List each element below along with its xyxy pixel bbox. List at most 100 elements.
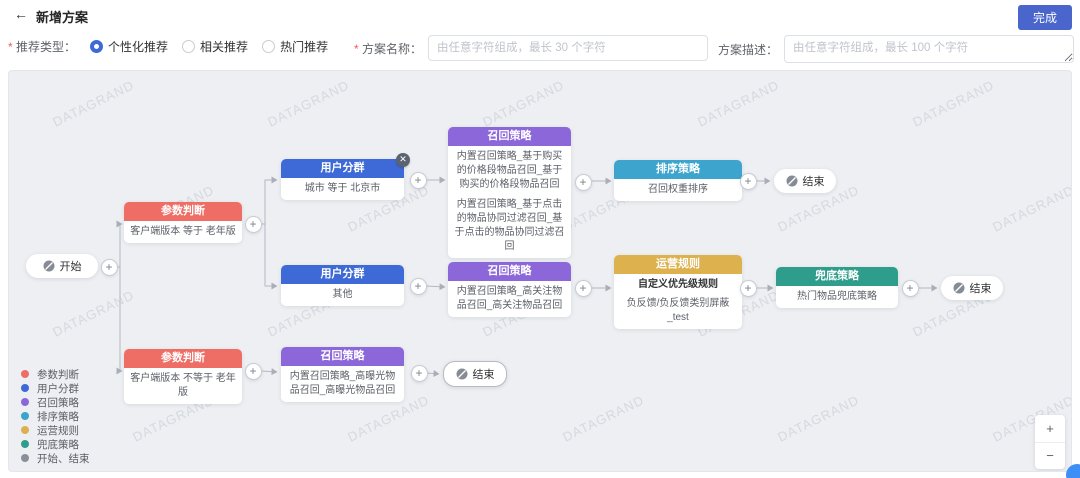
- page-title: 新增方案: [36, 7, 88, 26]
- node-title: 用户分群: [281, 265, 404, 284]
- legend-item: 召回策略: [21, 395, 90, 409]
- legend-dot: [21, 398, 29, 406]
- page-header: ← 新增方案 完成: [0, 0, 1080, 28]
- node-title: 参数判断: [124, 202, 242, 221]
- legend-item: 运营规则: [21, 423, 90, 437]
- node-user-segment-2[interactable]: 用户分群 其他: [281, 265, 404, 306]
- back-arrow-icon[interactable]: ←: [14, 6, 28, 22]
- legend-item: 用户分群: [21, 381, 90, 395]
- node-body: 其他: [281, 284, 404, 306]
- add-node-button[interactable]: +: [740, 280, 757, 297]
- add-node-button[interactable]: +: [410, 172, 427, 189]
- end-node-2[interactable]: 结束: [941, 276, 1003, 300]
- add-node-button[interactable]: +: [245, 363, 262, 380]
- legend-dot: [21, 412, 29, 420]
- zoom-out-button[interactable]: −: [1035, 443, 1065, 470]
- end-node-label: 结束: [473, 366, 495, 382]
- zoom-in-button[interactable]: +: [1035, 415, 1065, 443]
- add-node-button[interactable]: +: [575, 280, 592, 297]
- radio-unselected-icon[interactable]: [262, 40, 275, 53]
- node-recall-strategy-1[interactable]: 召回策略 内置召回策略_基于购买的价格段物品召回_基于购买的价格段物品召回 内置…: [448, 127, 571, 258]
- radio-selected-icon[interactable]: [90, 40, 103, 53]
- add-node-button[interactable]: +: [245, 216, 262, 233]
- node-user-segment-1[interactable]: ✕ 用户分群 城市 等于 北京市: [281, 159, 404, 200]
- node-body-line: 内置召回策略_基于点击的物品协同过滤召回_基于点击的物品协同过滤召回: [453, 198, 566, 254]
- node-param-judge-1[interactable]: 参数判断 客户端版本 等于 老年版: [124, 202, 242, 243]
- remove-node-button[interactable]: ✕: [396, 153, 410, 167]
- legend-dot: [21, 426, 29, 434]
- node-title: 运营规则: [614, 255, 742, 274]
- legend-item: 参数判断: [21, 367, 90, 381]
- node-title: 召回策略: [281, 347, 404, 366]
- new-plan-page: ← 新增方案 完成 推荐类型： 个性化推荐 相关推荐 热门推荐 方案名称： 方: [0, 0, 1080, 478]
- node-body: 召回权重排序: [614, 179, 742, 201]
- edge: [261, 224, 277, 286]
- add-node-button[interactable]: +: [101, 259, 118, 276]
- add-node-button[interactable]: +: [575, 174, 592, 191]
- radio-hot[interactable]: 热门推荐: [262, 38, 328, 55]
- legend-dot: [21, 384, 29, 392]
- node-title: 召回策略: [448, 127, 571, 146]
- edge: [117, 267, 122, 371]
- plan-desc-field: 方案描述：: [718, 35, 1074, 63]
- add-node-button[interactable]: +: [410, 278, 427, 295]
- node-title: 参数判断: [124, 349, 242, 368]
- legend-item: 排序策略: [21, 409, 90, 423]
- node-title: 用户分群: [281, 159, 404, 178]
- edge: [426, 286, 445, 287]
- add-node-button[interactable]: +: [411, 365, 428, 382]
- node-param-judge-2[interactable]: 参数判断 客户端版本 不等于 老年版: [124, 349, 242, 404]
- plan-name-label: 方案名称：: [354, 40, 422, 57]
- edge: [261, 371, 277, 372]
- end-icon: [456, 368, 468, 380]
- node-fallback-strategy[interactable]: 兜底策略 热门物品兜底策略: [776, 267, 898, 308]
- node-title: 排序策略: [614, 160, 742, 179]
- plan-desc-input[interactable]: [784, 35, 1074, 63]
- end-node-label: 结束: [970, 280, 992, 296]
- radio-related[interactable]: 相关推荐: [182, 38, 248, 55]
- radio-label: 热门推荐: [280, 38, 328, 55]
- add-node-button[interactable]: +: [902, 280, 919, 297]
- node-body: 城市 等于 北京市: [281, 178, 404, 200]
- legend-label: 召回策略: [37, 395, 79, 410]
- plan-desc-label: 方案描述：: [718, 41, 778, 58]
- node-recall-strategy-2[interactable]: 召回策略 内置召回策略_高关注物品召回_高关注物品召回: [448, 262, 571, 317]
- node-body: 客户端版本 不等于 老年版: [124, 368, 242, 404]
- end-icon: [786, 175, 798, 187]
- canvas-zoom-controls: + −: [1035, 415, 1065, 469]
- node-body-line: 内置召回策略_基于购买的价格段物品召回_基于购买的价格段物品召回: [453, 150, 566, 192]
- legend-label: 用户分群: [37, 381, 79, 396]
- recommend-type-label: 推荐类型：: [8, 38, 76, 55]
- legend-label: 参数判断: [37, 367, 79, 382]
- plan-name-field: 方案名称：: [354, 35, 708, 61]
- node-body: 负反馈/负反馈类别屏蔽_test: [619, 297, 737, 325]
- end-node-1[interactable]: 结束: [774, 169, 836, 193]
- start-node-label: 开始: [60, 258, 82, 274]
- edge: [117, 224, 122, 267]
- legend-label: 兜底策略: [37, 437, 79, 452]
- recommend-type-group: 推荐类型： 个性化推荐 相关推荐 热门推荐: [8, 38, 328, 55]
- node-operation-rule[interactable]: 运营规则 自定义优先级规则 负反馈/负反馈类别屏蔽_test: [614, 255, 742, 329]
- node-rank-strategy[interactable]: 排序策略 召回权重排序: [614, 160, 742, 201]
- add-node-button[interactable]: +: [740, 173, 757, 190]
- done-button[interactable]: 完成: [1018, 5, 1072, 30]
- legend-item: 兜底策略: [21, 437, 90, 451]
- plan-name-input[interactable]: [428, 35, 708, 61]
- start-node[interactable]: 开始: [26, 254, 98, 278]
- flow-canvas[interactable]: DATAGRANDDATAGRANDDATAGRANDDATAGRANDDATA…: [8, 70, 1072, 472]
- legend-item: 开始、结束: [21, 451, 90, 465]
- legend-label: 开始、结束: [37, 451, 90, 466]
- legend-dot: [21, 370, 29, 378]
- radio-unselected-icon[interactable]: [182, 40, 195, 53]
- node-title: 兜底策略: [776, 267, 898, 286]
- end-node-3[interactable]: 结束: [443, 361, 507, 387]
- node-body-title: 自定义优先级规则: [619, 278, 737, 292]
- end-node-label: 结束: [803, 173, 825, 189]
- start-icon: [43, 260, 55, 272]
- node-body: 内置召回策略_高曝光物品召回_高曝光物品召回: [281, 366, 404, 402]
- legend-label: 运营规则: [37, 423, 79, 438]
- radio-personalized[interactable]: 个性化推荐: [90, 38, 168, 55]
- node-body: 客户端版本 等于 老年版: [124, 221, 242, 243]
- end-icon: [953, 282, 965, 294]
- node-recall-strategy-3[interactable]: 召回策略 内置召回策略_高曝光物品召回_高曝光物品召回: [281, 347, 404, 402]
